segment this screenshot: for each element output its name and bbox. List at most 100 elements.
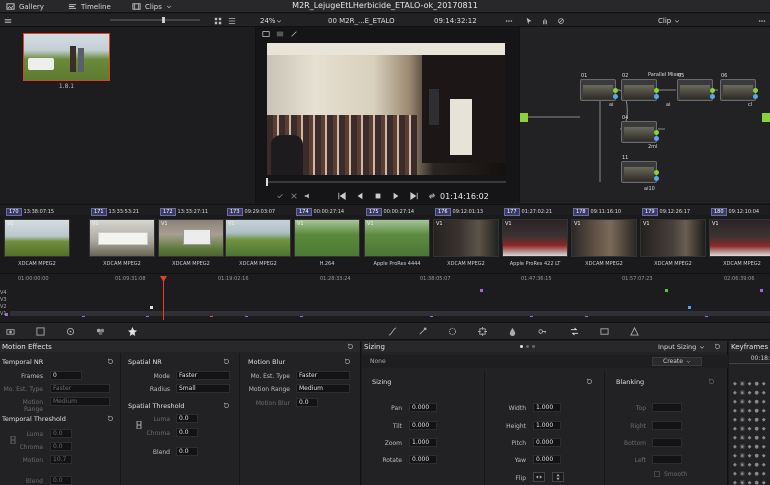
spatial-blend-field[interactable]: 0.0 — [176, 447, 198, 456]
skip-forward-icon[interactable] — [410, 192, 418, 200]
keyframe-row[interactable]: ◆ ▣ ◆ ● ◆ — [733, 435, 766, 442]
node-06[interactable]: 06 — [720, 73, 758, 101]
keyframe-control-icon[interactable]: ▣ — [740, 471, 745, 478]
clip-thumbnail[interactable]: V1 — [225, 219, 291, 257]
timeline-marker[interactable] — [480, 289, 483, 292]
tracker-icon[interactable] — [478, 327, 487, 336]
node-11[interactable]: 11 — [621, 155, 659, 183]
keyframe-control-icon[interactable]: ◆ — [762, 462, 766, 469]
keyframe-control-icon[interactable]: ▣ — [740, 408, 745, 415]
timeline-marker[interactable] — [665, 289, 668, 292]
keyframe-control-icon[interactable]: ◆ — [733, 399, 737, 406]
reset-icon[interactable] — [586, 378, 593, 385]
v1-track-strip[interactable] — [10, 311, 770, 316]
keyframe-control-icon[interactable]: ◆ — [733, 453, 737, 460]
keyframe-control-icon[interactable]: ◆ — [762, 390, 766, 397]
keyframe-control-icon[interactable]: ◆ — [748, 381, 752, 388]
temporal-blend-field[interactable]: 0.0 — [50, 476, 72, 485]
stereo-icon[interactable] — [630, 327, 639, 336]
keyframe-control-icon[interactable]: ◆ — [748, 462, 752, 469]
qualifier-icon[interactable] — [418, 327, 427, 336]
rgb-mixer-icon[interactable] — [96, 327, 105, 336]
blanking-bottom-field[interactable] — [652, 438, 682, 447]
keyframe-control-icon[interactable]: ◆ — [748, 426, 752, 433]
blur-mo-est-dropdown[interactable]: Faster — [296, 371, 350, 380]
color-match-icon[interactable] — [36, 327, 45, 336]
keyframe-control-icon[interactable]: ◆ — [733, 417, 737, 424]
timeline-marker[interactable] — [150, 306, 153, 309]
spatial-chroma-field[interactable]: 0.0 — [176, 428, 198, 437]
clip-thumbnail[interactable]: V1 — [502, 219, 568, 257]
clip-thumbnail[interactable]: V1 — [433, 219, 499, 257]
frames-dropdown[interactable]: 0 — [50, 371, 82, 380]
keyframe-control-icon[interactable]: ◆ — [733, 480, 737, 485]
keyframe-control-icon[interactable]: ◆ — [762, 453, 766, 460]
close-icon[interactable] — [290, 192, 298, 200]
keyframe-control-icon[interactable]: ◆ — [748, 417, 752, 424]
keyframe-control-icon[interactable]: ◆ — [762, 417, 766, 424]
keyframe-control-icon[interactable]: ▣ — [740, 417, 745, 424]
clip-thumbnail[interactable]: V1 — [571, 219, 637, 257]
keyframe-control-icon[interactable]: ◆ — [733, 381, 737, 388]
keyframe-row[interactable]: ◆ ▣ ◆ ● ◆ — [733, 480, 766, 485]
curves-icon[interactable] — [388, 327, 397, 336]
spatial-luma-field[interactable]: 0.0 — [176, 414, 198, 423]
pointer-icon[interactable] — [525, 17, 533, 25]
highlight-icon[interactable] — [290, 30, 298, 38]
keyframe-control-icon[interactable]: ◆ — [762, 408, 766, 415]
image-wipe-icon[interactable] — [262, 30, 270, 38]
loop-icon[interactable] — [428, 192, 436, 200]
clip-thumbnail[interactable]: V1 — [640, 219, 706, 257]
keyframe-control-icon[interactable]: ◆ — [748, 399, 752, 406]
camera-raw-icon[interactable] — [6, 327, 15, 336]
split-screen-icon[interactable] — [276, 30, 284, 38]
keyframe-control-icon[interactable]: ◆ — [762, 426, 766, 433]
hand-icon[interactable] — [541, 17, 549, 25]
keyframe-control-icon[interactable]: ◆ — [748, 408, 752, 415]
keyframe-control-icon[interactable]: ◆ — [733, 408, 737, 415]
checkmark-icon[interactable] — [276, 192, 284, 200]
node-02[interactable]: 02 — [621, 73, 659, 101]
node-01[interactable]: 01 — [580, 73, 618, 101]
keyframe-control-icon[interactable]: ◆ — [733, 390, 737, 397]
speaker-icon[interactable] — [304, 192, 312, 200]
keyframe-control-icon[interactable]: ▣ — [740, 480, 745, 485]
reset-icon[interactable] — [107, 415, 114, 422]
smooth-checkbox[interactable] — [654, 471, 660, 477]
keyframe-row[interactable]: ◆ ▣ ◆ ● ◆ — [733, 417, 766, 424]
keyframe-control-icon[interactable]: ▣ — [740, 399, 745, 406]
create-button[interactable]: Create — [652, 357, 702, 366]
keyframe-row[interactable]: ◆ ▣ ◆ ● ◆ — [733, 471, 766, 478]
keyframe-control-icon[interactable]: ◆ — [748, 435, 752, 442]
width-field[interactable]: 1.000 — [533, 403, 561, 412]
yaw-field[interactable]: 0.000 — [533, 455, 561, 464]
page-dot[interactable] — [520, 345, 523, 348]
node-input[interactable] — [520, 113, 528, 122]
keyframe-control-icon[interactable]: ◆ — [733, 471, 737, 478]
clip-thumbnail[interactable]: V1 — [709, 219, 770, 257]
keyframe-control-icon[interactable]: ◆ — [762, 444, 766, 451]
keyframe-control-icon[interactable]: ● — [754, 408, 758, 415]
reset-icon[interactable] — [347, 343, 354, 350]
page-dot[interactable] — [532, 345, 535, 348]
stop-icon[interactable] — [374, 192, 382, 200]
keyframe-control-icon[interactable]: ◆ — [762, 381, 766, 388]
keyframe-control-icon[interactable]: ● — [754, 444, 758, 451]
media-pool-clip-thumbnail[interactable] — [23, 33, 110, 81]
node-mode-dropdown[interactable]: Clip — [658, 14, 680, 27]
keyframe-control-icon[interactable]: ◆ — [733, 444, 737, 451]
flip-horizontal-button[interactable] — [533, 472, 545, 482]
temporal-motion-range-dropdown[interactable]: Medium — [50, 397, 110, 406]
clip-thumbnail[interactable]: V1 — [294, 219, 360, 257]
rotate-field[interactable]: 0.000 — [409, 455, 437, 464]
keyframe-row[interactable]: ◆ ▣ ◆ ● ◆ — [733, 453, 766, 460]
keyframe-control-icon[interactable]: ◆ — [762, 480, 766, 485]
timeline-marker[interactable] — [688, 306, 691, 309]
gallery-button[interactable]: Gallery — [6, 0, 44, 13]
keyframe-control-icon[interactable]: ● — [754, 417, 758, 424]
clip-thumbnail[interactable]: V1 — [158, 219, 224, 257]
blanking-top-field[interactable] — [652, 403, 682, 412]
keyframe-control-icon[interactable]: ▣ — [740, 390, 745, 397]
node-output[interactable] — [762, 113, 770, 122]
zoom-icon[interactable] — [557, 17, 565, 25]
